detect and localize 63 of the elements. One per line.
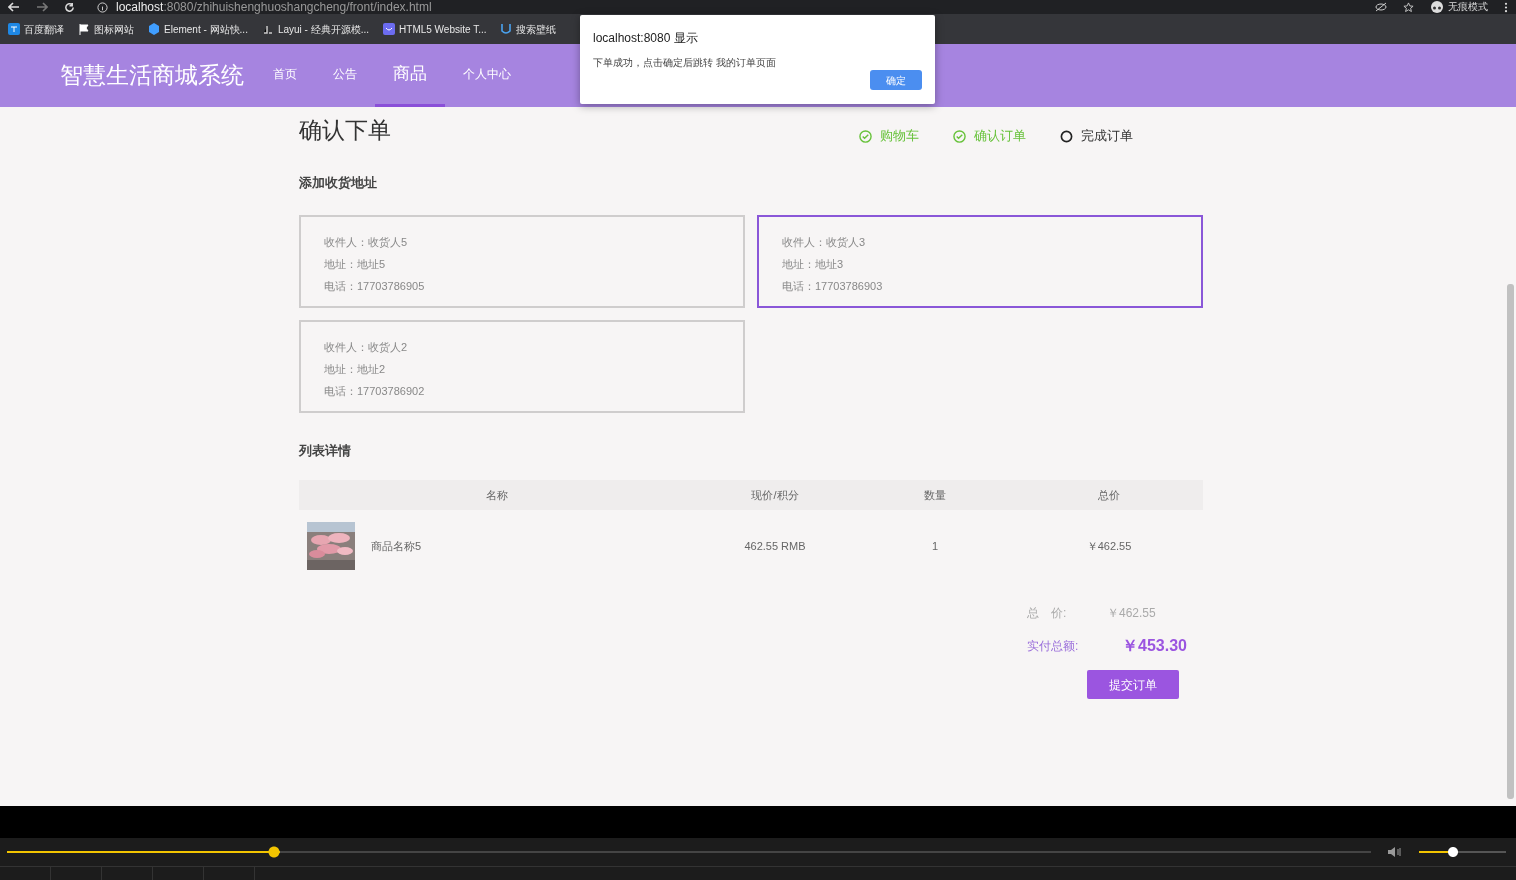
reload-icon[interactable] (64, 1, 75, 13)
nav-link[interactable]: 首页 (255, 44, 315, 107)
address-card[interactable]: 收件人：收货人3 地址：地址3 电话：17703786903 (757, 214, 1203, 308)
bookmark-link[interactable]: 搜索壁纸 (516, 21, 557, 37)
section-heading: 列表详情 (299, 441, 352, 460)
nav-link[interactable]: 个人中心 (445, 44, 529, 107)
scrollbar[interactable] (1507, 284, 1514, 799)
step-label: 购物车 (880, 127, 919, 146)
bookmark-link[interactable]: 百度翻译 (24, 21, 64, 37)
address-line: 电话：17703786902 (324, 383, 426, 399)
section-heading: 添加收货地址 (299, 174, 378, 192)
bookmark-link[interactable]: 图标网站 (94, 21, 134, 37)
dialog-title: localhost:8080 显示 (593, 30, 699, 47)
step-label: 确认订单 (974, 127, 1026, 146)
column-header: 数量 (923, 487, 947, 503)
address-line: 收件人：收货人2 (324, 339, 409, 355)
incognito-icon[interactable] (1430, 1, 1444, 13)
bookmark-link[interactable]: Layui - 经典开源模... (277, 21, 370, 37)
column-header: 现价/积分 (750, 487, 800, 503)
page-title: 确认下单 (299, 115, 391, 145)
profile-label[interactable]: 无痕模式 (1448, 1, 1488, 13)
site-title: 智慧生活商城系统 (59, 61, 245, 91)
address-card[interactable]: 收件人：收货人5 地址：地址5 电话：17703786905 (299, 214, 745, 308)
bookmark-link[interactable]: Element - 网站快... (164, 21, 248, 37)
address-line: 电话：17703786905 (324, 278, 426, 294)
address-line: 地址：地址2 (324, 361, 387, 377)
nav-link[interactable]: 公告 (315, 44, 375, 107)
back-icon[interactable] (8, 2, 20, 12)
table-cell-text: ￥462.55 (1085, 538, 1133, 554)
address-line: 收件人：收货人3 (782, 234, 867, 250)
address-line: 地址：地址5 (324, 256, 387, 272)
product-name: 商品名称5 (371, 538, 422, 554)
hexagon-icon (148, 23, 160, 35)
ok-button[interactable]: 确定 (870, 70, 922, 90)
bookmark-link[interactable]: HTML5 Website T... (399, 21, 487, 37)
column-header: 总价 (1097, 487, 1121, 503)
column-header: 名称 (485, 487, 509, 503)
submit-order-button[interactable]: 提交订单 (1087, 670, 1179, 699)
volume-icon[interactable] (1387, 846, 1403, 858)
address-bar[interactable]: localhost:8080/zhihuishenghuoshangcheng/front/index.html (116, 1, 432, 13)
address-line: 电话：17703786903 (782, 278, 884, 294)
address-card[interactable]: 收件人：收货人2 地址：地址2 电话：17703786902 (299, 319, 745, 413)
table-cell-text: 462.55 RMB (743, 538, 807, 554)
u-shape-icon (500, 23, 513, 35)
translate-icon (8, 23, 20, 35)
square-icon (383, 23, 396, 35)
address-line: 地址：地址3 (782, 256, 845, 272)
bar-icon (261, 23, 274, 35)
paid-label: 实付总额: (1027, 638, 1080, 655)
paid-value: ￥453.30 (1122, 636, 1187, 656)
dialog-message: 下单成功，点击确定后跳转 我的订单页面 (593, 56, 777, 70)
address-line: 收件人：收货人5 (324, 234, 409, 250)
eye-off-icon[interactable] (1375, 2, 1387, 12)
info-icon[interactable] (97, 1, 108, 13)
nav-link[interactable]: 商品 (375, 44, 445, 107)
star-icon[interactable] (1403, 1, 1414, 13)
forward-icon[interactable] (36, 2, 48, 12)
total-label: 总 价: (1027, 605, 1068, 622)
flag-icon (78, 23, 90, 35)
total-value: ￥462.55 (1107, 605, 1156, 622)
menu-icon[interactable] (1504, 1, 1508, 13)
table-cell-text: 1 (930, 538, 940, 554)
step-label: 完成订单 (1081, 127, 1133, 146)
